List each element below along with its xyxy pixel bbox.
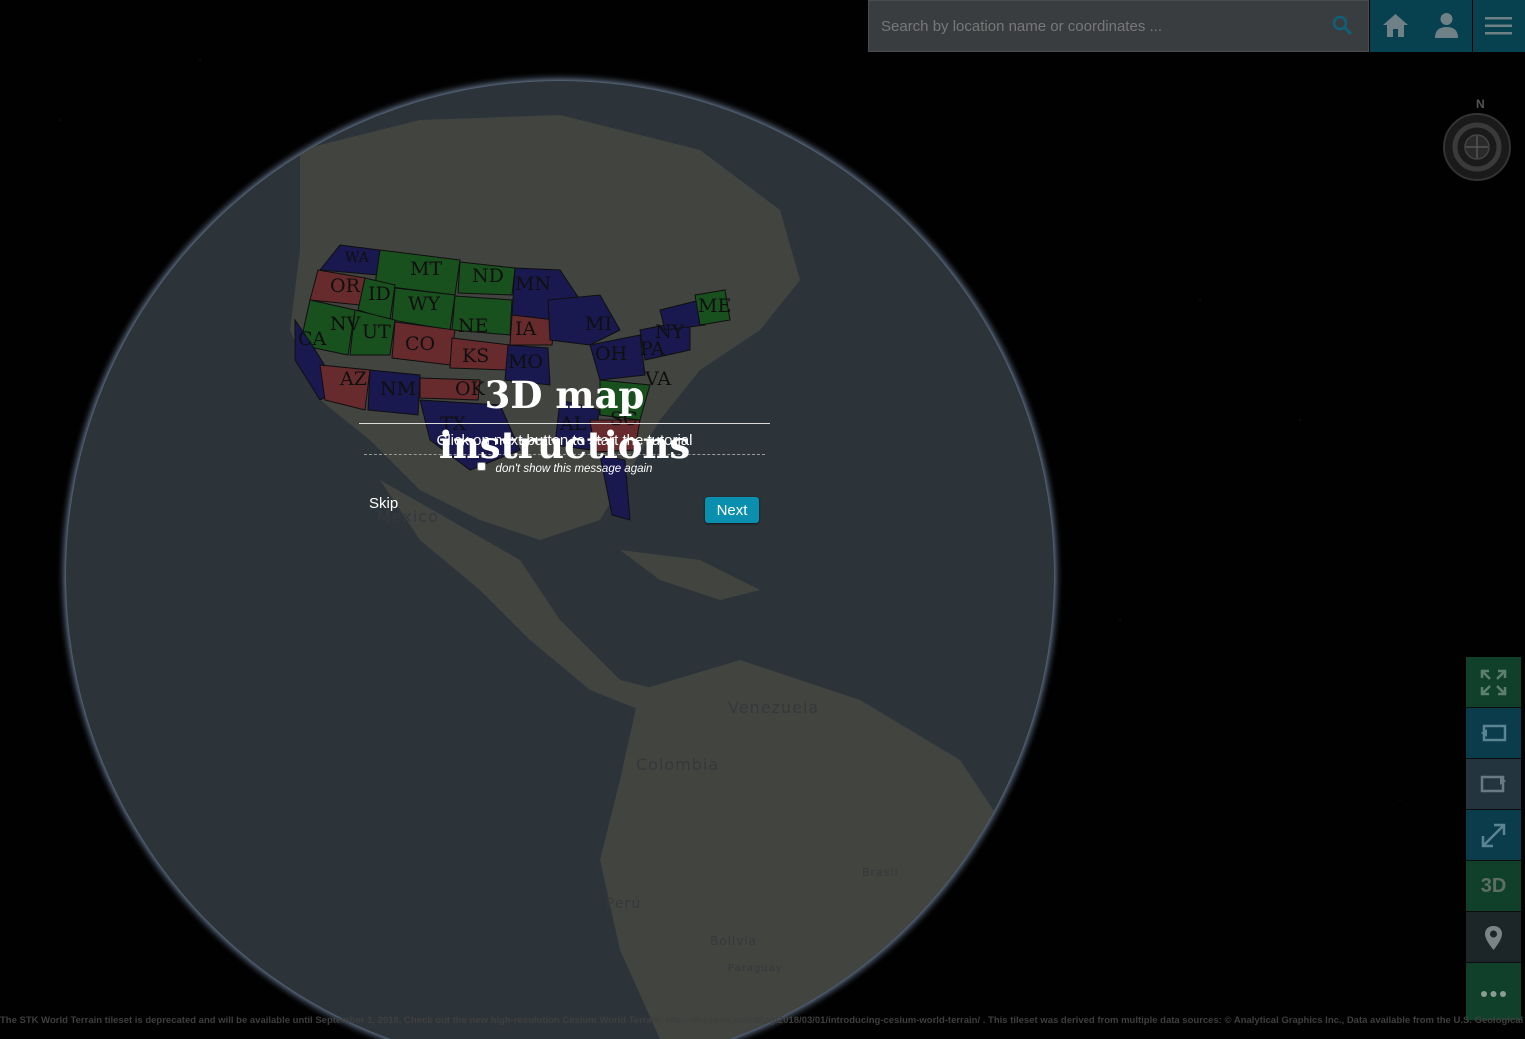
- more-icon: [1481, 991, 1506, 997]
- swipe-right-icon: [1480, 775, 1506, 793]
- swipe-left-button[interactable]: [1466, 708, 1521, 759]
- user-icon: [1435, 13, 1458, 38]
- search-icon[interactable]: [1332, 15, 1354, 37]
- user-button[interactable]: [1421, 0, 1472, 52]
- location-button[interactable]: [1466, 912, 1521, 963]
- compass-icon[interactable]: [1442, 112, 1512, 182]
- dont-show-again-row: don't show this message again: [359, 459, 770, 475]
- home-button[interactable]: [1370, 0, 1421, 52]
- home-icon: [1383, 14, 1408, 37]
- skip-button[interactable]: Skip: [369, 495, 398, 512]
- fullscreen-button[interactable]: [1466, 657, 1521, 708]
- fullscreen-icon: [1480, 669, 1507, 696]
- search-input[interactable]: [869, 1, 1319, 51]
- more-button[interactable]: [1466, 963, 1521, 1021]
- terrain-credits: The STK World Terrain tileset is depreca…: [0, 1015, 1525, 1026]
- next-button[interactable]: Next: [705, 497, 759, 523]
- 3d-view-button[interactable]: 3D: [1466, 861, 1521, 912]
- swipe-right-button[interactable]: [1466, 759, 1521, 810]
- compass-north-label: N: [1476, 97, 1485, 111]
- swipe-left-icon: [1481, 724, 1507, 742]
- expand-button[interactable]: [1466, 810, 1521, 861]
- map-tools-sidebar: 3D: [1466, 657, 1521, 1021]
- dont-show-again-label[interactable]: don't show this message again: [496, 463, 653, 475]
- 3d-label: 3D: [1480, 875, 1507, 897]
- dialog-title: 3D map instructions: [359, 370, 770, 467]
- expand-icon: [1481, 823, 1506, 848]
- map-viewer[interactable]: WA MT ND MN OR ID WY ME NV UT NE IA MI N…: [0, 0, 1525, 1039]
- search-bar: [868, 0, 1369, 52]
- menu-button[interactable]: [1473, 0, 1525, 52]
- tutorial-dialog: 3D map instructions Click on next button…: [359, 370, 770, 523]
- modal-backdrop: [0, 0, 1525, 1039]
- dont-show-again-checkbox[interactable]: [476, 462, 486, 471]
- location-pin-icon: [1485, 926, 1502, 950]
- hamburger-menu-icon: [1485, 17, 1512, 35]
